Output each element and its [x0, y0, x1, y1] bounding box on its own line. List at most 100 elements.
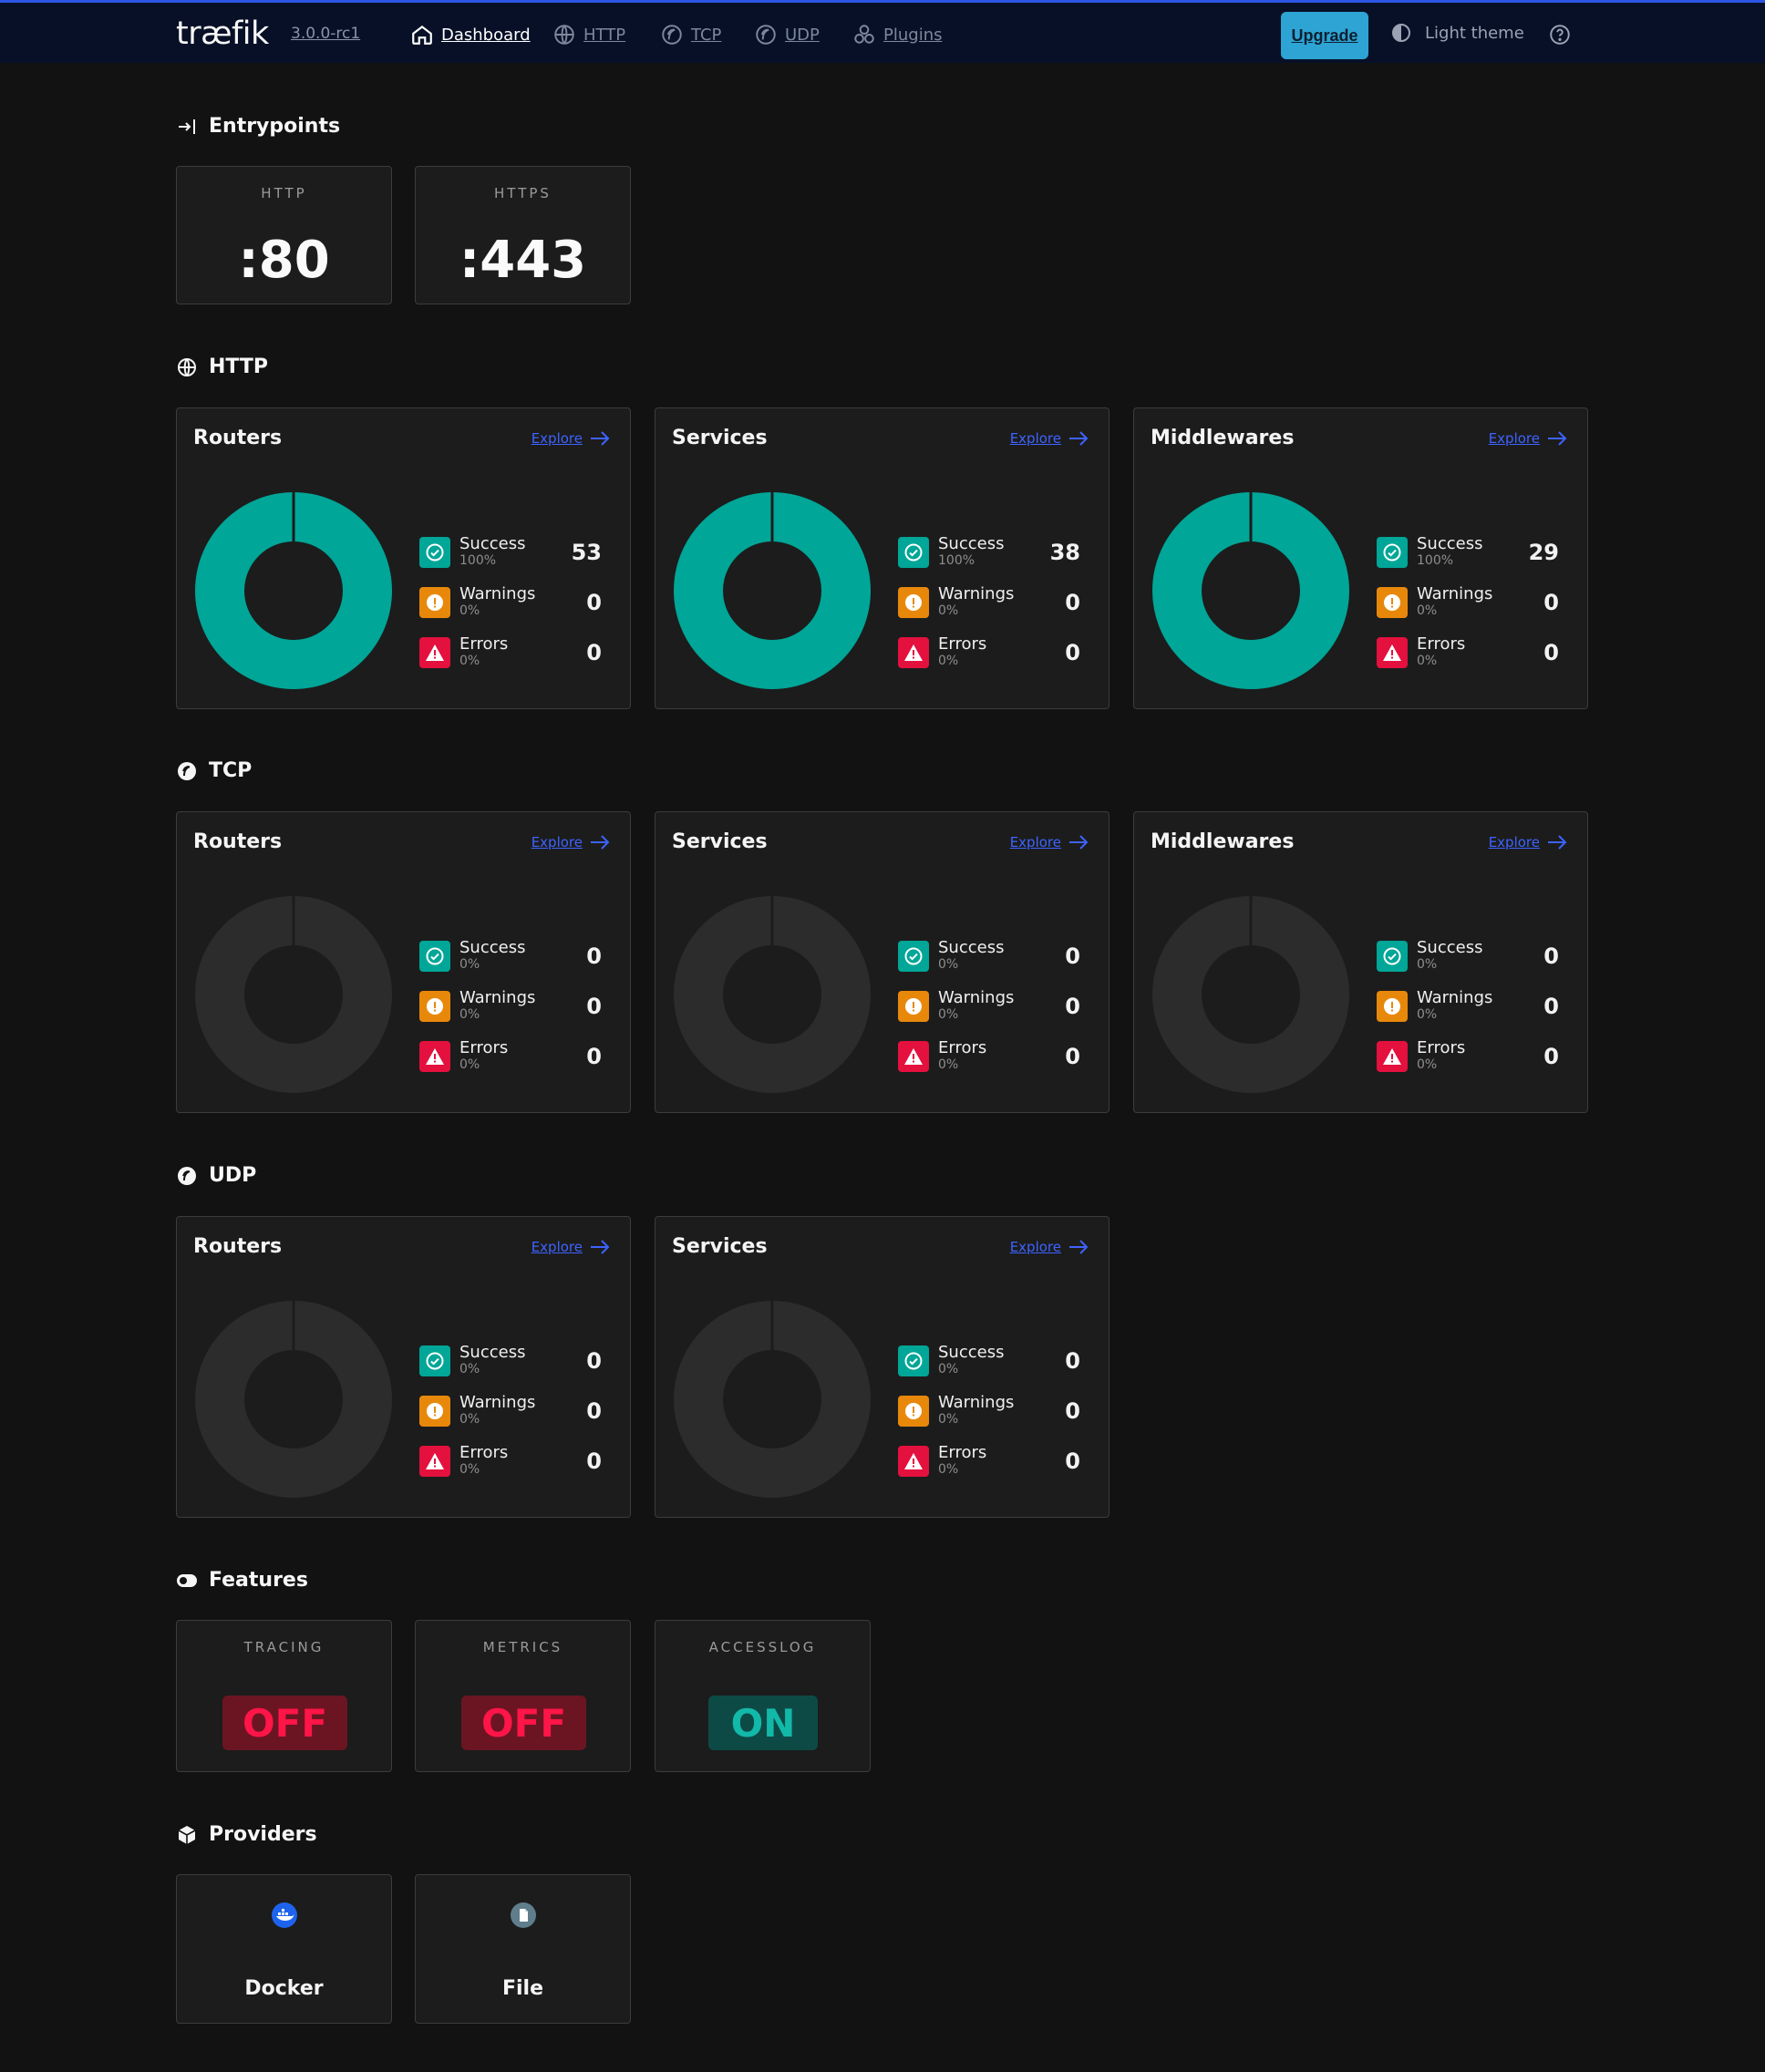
- explore-label: Explore: [1488, 430, 1540, 447]
- status-donut-chart: [674, 896, 871, 1093]
- arrow-right-icon: [591, 835, 610, 850]
- legend-label: Success: [459, 1343, 526, 1362]
- legend-percentage: 0%: [1417, 1057, 1438, 1072]
- legend-label: Success: [1417, 534, 1483, 553]
- legend-label: Errors: [938, 634, 987, 654]
- udp-section-title: UDP: [176, 1164, 256, 1187]
- success-badge: [1377, 537, 1408, 568]
- nav-udp-label: UDP: [785, 25, 820, 45]
- udp-title: UDP: [209, 1164, 257, 1187]
- legend-percentage: 0%: [938, 1362, 959, 1376]
- explore-link[interactable]: Explore: [1010, 430, 1089, 447]
- legend-errors: Errors 0% 0: [419, 1038, 602, 1073]
- errors-badge: [898, 1041, 929, 1072]
- traefik-logo[interactable]: træfik: [176, 15, 269, 52]
- upgrade-button[interactable]: Upgrade: [1281, 12, 1368, 59]
- legend-label: Success: [459, 938, 526, 957]
- udp-icon: [178, 1166, 196, 1185]
- arrow-right-icon: [1069, 835, 1089, 850]
- legend-label: Success: [1417, 938, 1483, 957]
- legend-label: Warnings: [938, 1393, 1015, 1412]
- udp-services-card: Services Explore Success 0% 0 Warnings 0% 0 Erro…: [655, 1216, 1110, 1518]
- explore-link[interactable]: Explore: [532, 834, 610, 850]
- legend-percentage: 0%: [938, 654, 959, 668]
- status-donut-chart: [1152, 492, 1349, 689]
- tcp-icon: [178, 761, 196, 780]
- http-middlewares-card: Middlewares Explore Success 100% 29 Warnings 0…: [1133, 407, 1588, 709]
- warnings-badge: [898, 587, 929, 618]
- legend-warnings: Warnings 0% 0: [898, 988, 1080, 1023]
- explore-link[interactable]: Explore: [1010, 1239, 1089, 1255]
- legend-warnings: Warnings 0% 0: [898, 584, 1080, 619]
- feature-name: METRICS: [482, 1639, 563, 1655]
- version-link[interactable]: 3.0.0-rc1: [291, 25, 360, 43]
- error-triangle-icon: [426, 1048, 444, 1065]
- legend-percentage: 0%: [459, 1007, 480, 1022]
- legend-errors: Errors 0% 0: [1377, 634, 1559, 669]
- explore-link[interactable]: Explore: [1489, 430, 1567, 447]
- legend-warnings: Warnings 0% 0: [1377, 584, 1559, 619]
- success-badge: [419, 941, 450, 972]
- entrypoint-port: :443: [459, 231, 587, 290]
- legend-percentage: 0%: [459, 957, 480, 972]
- nav-http[interactable]: HTTP: [552, 23, 625, 46]
- help-icon: [1550, 25, 1570, 45]
- nav-tcp-label: TCP: [691, 25, 722, 45]
- globe-icon: [178, 357, 196, 376]
- nav-plugins[interactable]: Plugins: [852, 23, 942, 46]
- legend-success: Success 0% 0: [419, 1343, 602, 1377]
- error-triangle-icon: [1383, 1048, 1401, 1065]
- tcp-routers-card: Routers Explore Success 0% 0 Warnings 0% 0 Error…: [176, 811, 631, 1113]
- check-circle-icon: [426, 947, 444, 965]
- legend-count: 53: [571, 540, 602, 565]
- nav-dashboard[interactable]: Dashboard: [410, 23, 531, 46]
- legend-percentage: 0%: [938, 1007, 959, 1022]
- legend-success: Success 100% 29: [1377, 534, 1559, 569]
- explore-link[interactable]: Explore: [1489, 834, 1567, 850]
- warning-circle-icon: [905, 594, 922, 611]
- legend-count: 0: [586, 1044, 602, 1069]
- provider-name: File: [501, 1977, 544, 2000]
- warnings-badge: [419, 1396, 450, 1427]
- check-circle-icon: [904, 543, 923, 562]
- nav-udp[interactable]: UDP: [754, 23, 820, 46]
- http-services-card: Services Explore Success 100% 38 Warnings 0% 0 E…: [655, 407, 1110, 709]
- providers-title: Providers: [209, 1823, 317, 1846]
- explore-link[interactable]: Explore: [1010, 834, 1089, 850]
- explore-label: Explore: [1009, 834, 1061, 850]
- legend-label: Errors: [938, 1443, 987, 1462]
- plugins-icon: [854, 25, 874, 44]
- errors-badge: [419, 1041, 450, 1072]
- explore-link[interactable]: Explore: [532, 1239, 610, 1255]
- error-triangle-icon: [904, 1453, 923, 1469]
- card-title: Routers: [193, 427, 283, 449]
- legend-count: 29: [1528, 540, 1559, 565]
- status-donut-chart: [674, 1301, 871, 1498]
- legend-count: 0: [1065, 1448, 1080, 1474]
- legend-percentage: 100%: [1417, 553, 1454, 568]
- theme-toggle[interactable]: Light theme: [1390, 22, 1524, 44]
- errors-badge: [1377, 1041, 1408, 1072]
- legend-label: Warnings: [459, 1393, 536, 1412]
- errors-badge: [898, 637, 929, 668]
- nav-tcp[interactable]: TCP: [660, 23, 721, 46]
- legend-label: Success: [938, 938, 1005, 957]
- legend-percentage: 0%: [459, 1462, 480, 1477]
- legend-percentage: 0%: [938, 957, 959, 972]
- legend-percentage: 0%: [459, 1057, 480, 1072]
- legend-count: 38: [1049, 540, 1080, 565]
- help-button[interactable]: [1548, 23, 1572, 50]
- errors-badge: [898, 1446, 929, 1477]
- check-circle-icon: [426, 1352, 444, 1370]
- legend-percentage: 0%: [459, 603, 480, 618]
- errors-badge: [1377, 637, 1408, 668]
- entrypoint-icon: [179, 119, 195, 134]
- legend-count: 0: [1065, 1398, 1080, 1424]
- errors-badge: [419, 1446, 450, 1477]
- legend-count: 0: [1065, 943, 1080, 969]
- legend-percentage: 0%: [1417, 603, 1438, 618]
- errors-badge: [419, 637, 450, 668]
- home-icon: [412, 25, 432, 45]
- legend-label: Errors: [459, 634, 509, 654]
- explore-link[interactable]: Explore: [532, 430, 610, 447]
